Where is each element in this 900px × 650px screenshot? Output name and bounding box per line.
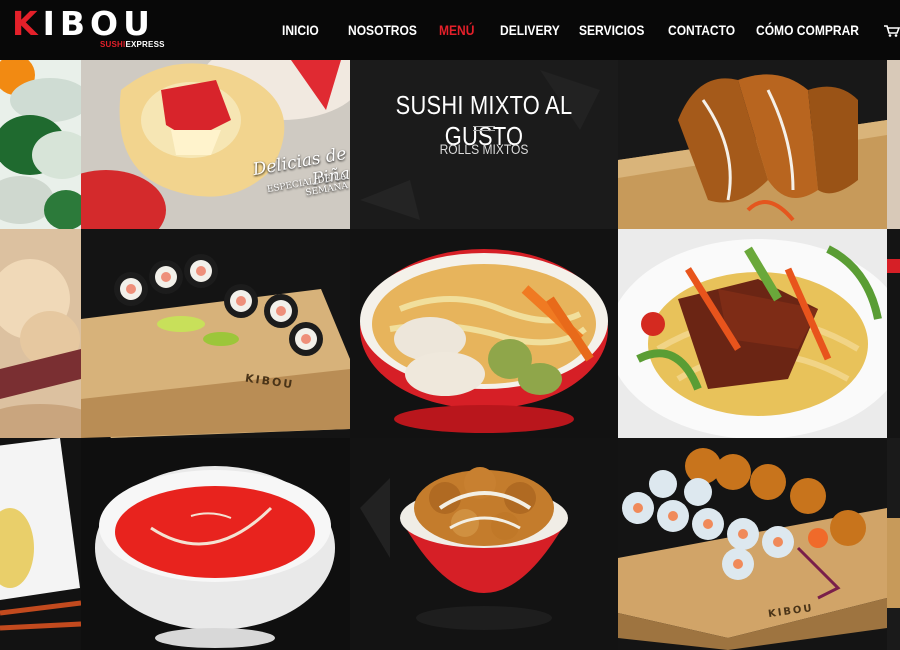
site-header: KIBOU SUSHIEXPRESS INICIO NOSOTROS MENÚ … [0,0,900,60]
featured-tile[interactable]: SUSHI MIXTO AL GUSTO ROLLS MIXTOS [350,60,618,229]
featured-subtitle: ROLLS MIXTOS [439,141,529,157]
nav-item-menu[interactable]: MENÚ [439,22,491,38]
nav-item-inicio[interactable]: INICIO [282,22,339,38]
nav-item-contacto[interactable]: CONTACTO [668,22,744,38]
dish-tile-fried-rolls[interactable] [618,60,887,229]
dish-tile-sushi-board[interactable]: KIBOU [81,229,350,438]
logo-tagline: SUSHIEXPRESS [100,40,165,49]
kibou-logo[interactable]: KIBOU SUSHIEXPRESS [12,6,172,52]
dish-tile-edge-1[interactable] [887,60,900,229]
nav-item-delivery[interactable]: DELIVERY [500,22,568,38]
logo-wordmark: KIBOU [12,4,155,43]
dish-tile-noodle-soup[interactable] [350,229,618,438]
dish-tile-seaweed-salad[interactable] [0,60,81,229]
dish-tile-pineapple-special[interactable]: Delicias de Piña ESPECIAL DE LA SEMANA [81,60,350,229]
featured-divider [473,126,495,131]
nav-item-como-comprar[interactable]: CÓMO COMPRAR [756,22,859,38]
dish-tile-fried-shrimp[interactable] [0,229,81,438]
dish-tile-edge-2[interactable] [887,229,900,438]
dish-tile-sushi-platter[interactable]: KIBOU [618,438,887,650]
shopping-cart-icon[interactable] [884,24,900,37]
dish-tile-tomato-soup[interactable] [81,438,350,650]
dish-tile-crispy-bowl[interactable] [350,438,618,650]
main-nav: INICIO NOSOTROS MENÚ DELIVERY SERVICIOS … [282,0,874,60]
dish-tile-noodles-plate[interactable] [0,438,81,650]
dish-tile-edge-3[interactable] [887,438,900,650]
dish-tile-beef-noodles[interactable] [618,229,887,438]
nav-item-servicios[interactable]: SERVICIOS [579,22,656,38]
nav-item-nosotros[interactable]: NOSOTROS [348,22,426,38]
